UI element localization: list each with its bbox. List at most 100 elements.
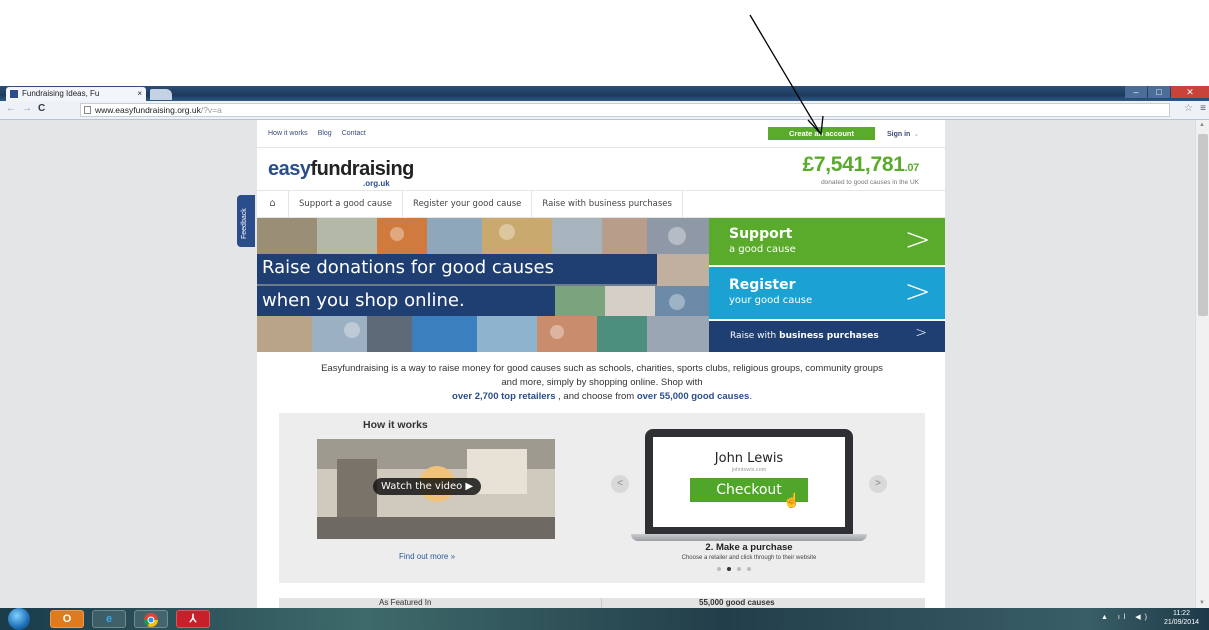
carousel-dot-active[interactable] — [727, 567, 731, 571]
chevron-right-icon: > — [904, 220, 931, 258]
home-icon[interactable]: ⌂ — [257, 191, 289, 217]
outlook-icon[interactable]: O — [50, 610, 84, 628]
support-cause-button[interactable]: Support a good cause > — [709, 218, 945, 265]
scroll-up-icon[interactable]: ▲ — [1199, 122, 1205, 128]
featured-in-heading: As Featured In — [379, 598, 432, 607]
intro-part1: Easyfundraising is a way to raise money … — [321, 363, 883, 388]
causes-link[interactable]: over 55,000 good causes — [637, 391, 749, 402]
retailers-link[interactable]: over 2,700 top retailers — [452, 391, 556, 402]
laptop-illustration: John Lewis johnlewis.com Checkout ☝ — [645, 429, 853, 535]
intro-part2: , and choose from — [558, 391, 635, 402]
chevron-right-icon: > — [904, 272, 931, 310]
watch-video-button[interactable]: Watch the video ▶ — [373, 478, 482, 495]
link-contact[interactable]: Contact — [342, 130, 366, 137]
clock-time: 11:22 — [1172, 610, 1190, 617]
browser-viewport: Feedback How it works Blog Contact Creat… — [0, 120, 1209, 608]
vertical-scrollbar[interactable]: ▲ ▼ — [1195, 120, 1209, 608]
business-bold: business purchases — [779, 331, 879, 341]
url-input[interactable]: www.easyfundraising.org.uk/?v=a — [80, 103, 1170, 117]
intro-text: Easyfundraising is a way to raise money … — [317, 362, 887, 404]
site-logo[interactable]: easyfundraising .org.uk — [268, 158, 415, 188]
close-window-button[interactable]: ✕ — [1171, 86, 1209, 98]
browser-tab-bar: Fundraising Ideas, Fu × – □ ✕ — [0, 86, 1209, 101]
main-nav: ⌂ Support a good cause Register your goo… — [257, 191, 683, 217]
carousel-dots — [717, 567, 751, 571]
nav-business[interactable]: Raise with business purchases — [532, 191, 683, 217]
hero-headline-2: when you shop online. — [262, 290, 465, 311]
top-links: How it works Blog Contact — [268, 130, 366, 137]
url-path: /?v=a — [200, 105, 222, 115]
logo-domain: .org.uk — [363, 179, 390, 188]
hand-cursor-icon: ☝ — [783, 492, 801, 508]
maximize-button[interactable]: □ — [1148, 86, 1170, 98]
register-subtitle: your good cause — [729, 295, 813, 306]
favicon-icon — [10, 90, 18, 98]
carousel-prev-button[interactable]: < — [611, 475, 629, 493]
carousel-next-button[interactable]: > — [869, 475, 887, 493]
find-out-more-link[interactable]: Find out more » — [399, 552, 455, 561]
taskbar: O e ⅄ ▲ ıl ◀) 11:22 21/09/2014 — [0, 608, 1209, 630]
support-title: Support — [729, 226, 793, 242]
menu-icon[interactable]: ≡ — [1200, 103, 1206, 114]
divider — [601, 598, 602, 608]
feedback-label: Feedback — [241, 208, 248, 239]
scroll-down-icon[interactable]: ▼ — [1199, 600, 1205, 606]
logo-fundraising: fundraising — [310, 158, 415, 180]
step-description: Choose a retailer and click through to t… — [681, 555, 817, 561]
system-tray[interactable]: ▲ ıl ◀) — [1101, 613, 1151, 621]
business-purchases-button[interactable]: Raise with business purchases > — [709, 321, 945, 352]
how-title: How it works — [363, 419, 428, 431]
chevron-right-icon: > — [915, 325, 927, 341]
hero-headline-1: Raise donations for good causes — [262, 257, 555, 278]
bookmark-star-icon[interactable]: ☆ — [1184, 103, 1193, 114]
forward-arrow-icon[interactable]: → — [22, 103, 32, 114]
internet-explorer-icon[interactable]: e — [92, 610, 126, 628]
laptop-screen: John Lewis johnlewis.com Checkout ☝ — [653, 437, 845, 527]
clock[interactable]: 11:22 21/09/2014 — [1164, 609, 1199, 627]
support-subtitle: a good cause — [729, 244, 796, 255]
intro-end: . — [749, 391, 752, 402]
good-causes-heading: 55,000 good causes — [699, 598, 775, 607]
total-pence: .07 — [904, 162, 920, 174]
chevron-down-icon: ⌄ — [913, 131, 920, 138]
chrome-icon[interactable] — [134, 610, 168, 628]
video-thumbnail[interactable]: Watch the video ▶ — [317, 439, 555, 539]
window-controls: – □ ✕ — [1125, 86, 1209, 100]
retailer-name: John Lewis — [714, 451, 784, 466]
nav-register[interactable]: Register your good cause — [403, 191, 533, 217]
web-page: How it works Blog Contact Create an acco… — [257, 120, 945, 608]
nav-support[interactable]: Support a good cause — [289, 191, 404, 217]
divider — [257, 147, 945, 148]
carousel-dot[interactable] — [717, 567, 721, 571]
donation-total: £7,541,781.07 donated to good causes in … — [802, 153, 919, 186]
register-title: Register — [729, 277, 796, 293]
minimize-button[interactable]: – — [1125, 86, 1147, 98]
chrome-logo — [144, 613, 158, 627]
sign-in-link[interactable]: Sign in ⌄ — [887, 130, 919, 138]
scrollbar-thumb[interactable] — [1198, 134, 1208, 316]
new-tab-button[interactable] — [150, 89, 172, 100]
carousel-dot[interactable] — [737, 567, 741, 571]
link-blog[interactable]: Blog — [318, 130, 332, 137]
feedback-tab[interactable]: Feedback — [237, 195, 255, 247]
register-cause-button[interactable]: Register your good cause > — [709, 267, 945, 319]
browser-tab[interactable]: Fundraising Ideas, Fu × — [6, 87, 146, 101]
step-title: 2. Make a purchase — [705, 542, 793, 553]
tab-close-icon[interactable]: × — [137, 87, 142, 101]
back-arrow-icon[interactable]: ← — [6, 103, 16, 114]
logo-easy: easy — [268, 158, 311, 180]
create-account-button[interactable]: Create an account — [768, 127, 875, 140]
bottom-section: As Featured In 55,000 good causes — [279, 598, 925, 608]
page-icon — [84, 106, 91, 114]
address-bar-row: ← → C www.easyfundraising.org.uk/?v=a ☆ … — [0, 101, 1209, 120]
how-it-works-panel: How it works Watch the video ▶ Find out … — [279, 413, 925, 583]
start-button[interactable] — [8, 608, 30, 630]
reload-icon[interactable]: C — [38, 103, 45, 114]
total-caption: donated to good causes in the UK — [821, 179, 919, 186]
total-amount: £7,541,781 — [802, 153, 905, 176]
link-how-it-works[interactable]: How it works — [268, 130, 308, 137]
adobe-reader-icon[interactable]: ⅄ — [176, 610, 210, 628]
hero-photo-collage — [257, 218, 709, 352]
carousel-dot[interactable] — [747, 567, 751, 571]
retailer-url: johnlewis.com — [731, 467, 767, 473]
